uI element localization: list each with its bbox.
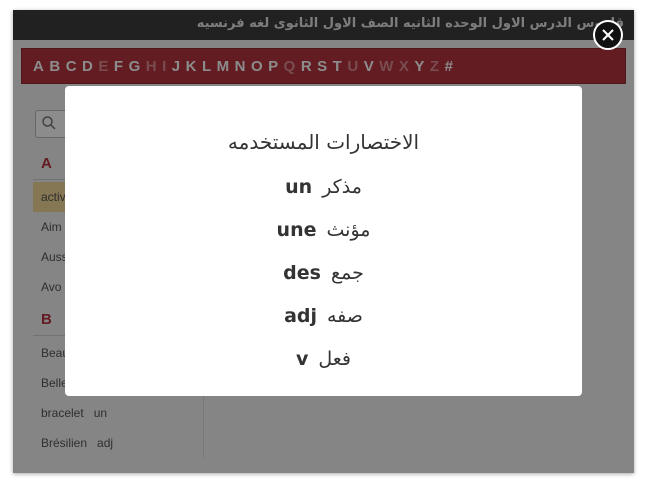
abbreviation-code: une [276, 219, 317, 241]
abbreviation-item: une مؤنث [65, 219, 582, 241]
abbreviations-dialog: الاختصارات المستخدمه un مذكر une مؤنث des جمع… [65, 86, 582, 396]
abbreviation-item: adj صفه [65, 305, 582, 327]
abbreviation-code: adj [284, 305, 317, 327]
abbreviation-meaning: مؤنث [326, 219, 371, 241]
abbreviation-meaning: صفه [327, 305, 363, 327]
abbreviation-item: un مذكر [65, 176, 582, 198]
abbreviation-meaning: جمع [330, 262, 364, 284]
abbreviation-meaning: مذكر [322, 176, 362, 198]
close-icon [602, 29, 614, 41]
abbreviation-meaning: فعل [318, 348, 352, 370]
abbreviation-item: des جمع [65, 262, 582, 284]
abbreviation-code: des [283, 262, 321, 284]
abbreviation-item: v فعل [65, 348, 582, 370]
abbreviation-code: v [295, 348, 309, 370]
abbreviation-code: un [285, 176, 313, 198]
dialog-title: الاختصارات المستخدمه [227, 130, 420, 154]
close-button[interactable] [593, 20, 623, 50]
